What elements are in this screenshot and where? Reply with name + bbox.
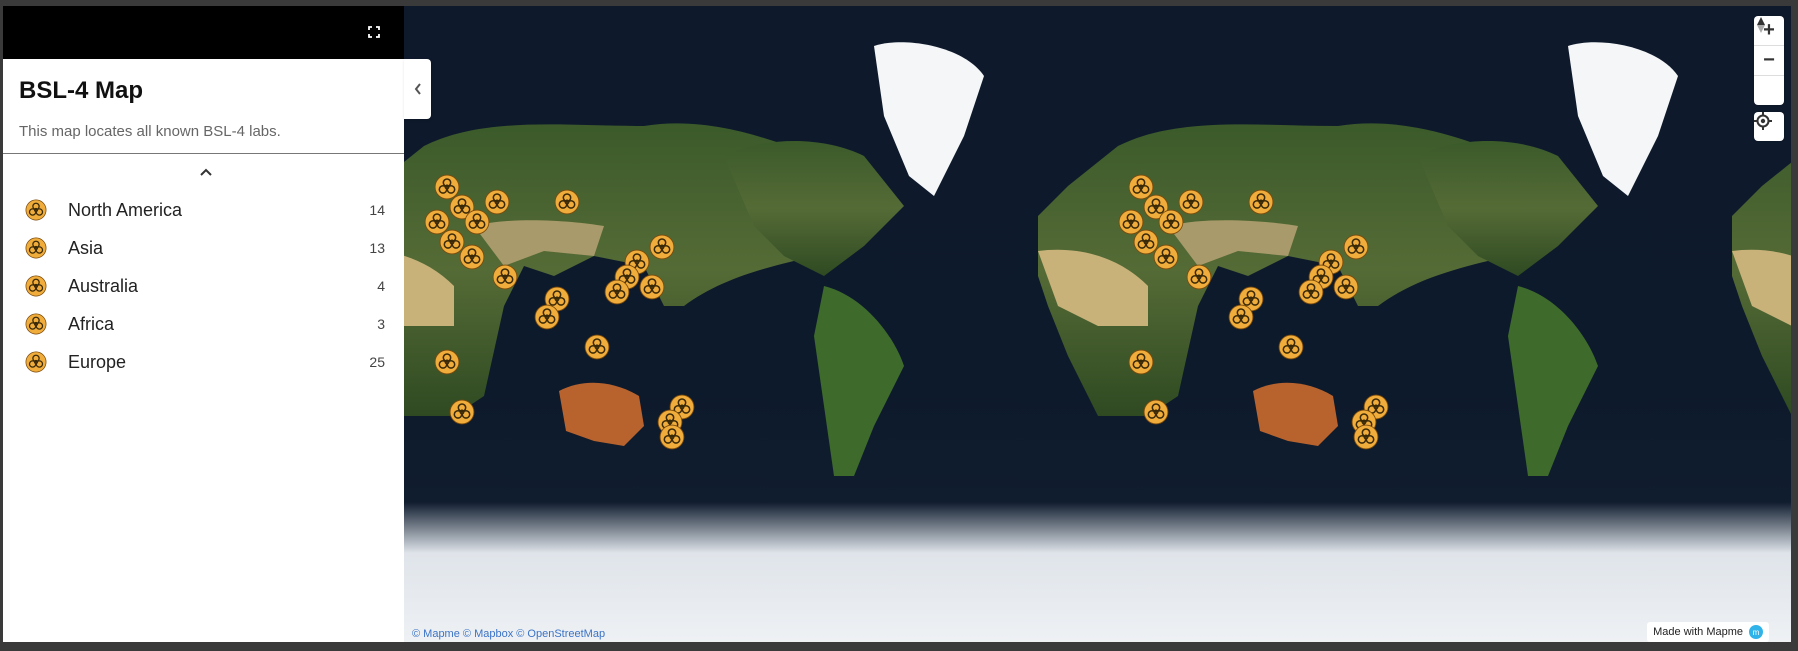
locate-icon xyxy=(1754,112,1772,130)
lab-marker[interactable] xyxy=(449,399,475,425)
navigation-control: + − xyxy=(1754,16,1784,105)
lab-marker[interactable] xyxy=(649,234,675,260)
lab-marker[interactable] xyxy=(1333,274,1359,300)
lab-marker[interactable] xyxy=(659,424,685,450)
collapse-sidebar-button[interactable] xyxy=(404,59,431,119)
made-with-mapme-badge[interactable]: Made with Mapme m xyxy=(1647,622,1769,642)
biohazard-icon xyxy=(25,237,47,259)
category-name: Australia xyxy=(68,276,139,296)
lab-marker[interactable] xyxy=(1128,349,1154,375)
lab-marker[interactable] xyxy=(1353,424,1379,450)
map-description: This map locates all known BSL-4 labs. xyxy=(19,123,281,140)
attribution-mapme-link[interactable]: © Mapme xyxy=(412,628,460,640)
compass-icon xyxy=(1757,17,1765,33)
category-item[interactable]: Europe 25 xyxy=(3,343,404,381)
chevron-left-icon xyxy=(414,83,421,95)
collapse-list-button[interactable] xyxy=(196,164,216,180)
compass-button[interactable] xyxy=(1754,17,1784,105)
sidebar-header: BSL-4 Map This map locates all known BSL… xyxy=(3,59,404,154)
lab-marker[interactable] xyxy=(459,244,485,270)
lab-marker[interactable] xyxy=(434,349,460,375)
category-item[interactable]: North America 14 xyxy=(3,191,404,229)
attribution-osm-link[interactable]: © OpenStreetMap xyxy=(516,628,605,640)
biohazard-icon xyxy=(25,313,47,335)
sidebar-topbar xyxy=(3,6,404,59)
chevron-up-icon xyxy=(200,168,212,176)
biohazard-icon xyxy=(25,351,47,373)
category-count: 14 xyxy=(369,202,385,218)
lab-marker[interactable] xyxy=(639,274,665,300)
category-list: North America 14 Asia 13 Australia 4 Afr… xyxy=(3,191,404,381)
category-item[interactable]: Asia 13 xyxy=(3,229,404,267)
map-canvas[interactable]: + − Made with Mapme m xyxy=(404,6,1791,642)
map-title: BSL-4 Map xyxy=(19,77,144,104)
biohazard-icon xyxy=(25,275,47,297)
category-name: North America xyxy=(68,200,183,220)
lab-marker[interactable] xyxy=(1153,244,1179,270)
attribution-mapbox-link[interactable]: © Mapbox xyxy=(463,628,513,640)
lab-marker[interactable] xyxy=(1343,234,1369,260)
category-count: 4 xyxy=(377,278,385,294)
category-item[interactable]: Australia 4 xyxy=(3,267,404,305)
biohazard-icon xyxy=(25,199,47,221)
map-attribution: © Mapme © Mapbox © OpenStreetMap xyxy=(412,628,605,640)
lab-marker[interactable] xyxy=(584,334,610,360)
lab-marker[interactable] xyxy=(604,279,630,305)
lab-marker[interactable] xyxy=(1178,189,1204,215)
sidebar: BSL-4 Map This map locates all known BSL… xyxy=(3,6,404,642)
category-count: 25 xyxy=(369,354,385,370)
lab-marker[interactable] xyxy=(1298,279,1324,305)
category-name: Europe xyxy=(68,352,127,372)
category-name: Africa xyxy=(68,314,115,334)
lab-marker[interactable] xyxy=(1248,189,1274,215)
app-window: + − Made with Mapme m © Mapme © Mapbox ©… xyxy=(3,6,1791,642)
lab-marker[interactable] xyxy=(1228,304,1254,330)
lab-marker[interactable] xyxy=(534,304,560,330)
category-name: Asia xyxy=(68,238,104,258)
geolocate-control xyxy=(1754,112,1784,141)
lab-marker[interactable] xyxy=(1278,334,1304,360)
fullscreen-icon xyxy=(368,26,380,38)
locate-button[interactable] xyxy=(1754,112,1784,141)
lab-marker[interactable] xyxy=(554,189,580,215)
made-with-label: Made with Mapme xyxy=(1653,626,1743,638)
lab-marker[interactable] xyxy=(1186,264,1212,290)
category-count: 3 xyxy=(377,316,385,332)
lab-marker[interactable] xyxy=(1143,399,1169,425)
mapme-logo-icon: m xyxy=(1749,625,1763,639)
fullscreen-button[interactable] xyxy=(364,22,384,42)
lab-marker[interactable] xyxy=(492,264,518,290)
lab-marker[interactable] xyxy=(484,189,510,215)
category-item[interactable]: Africa 3 xyxy=(3,305,404,343)
zoom-out-button[interactable]: − xyxy=(1754,46,1784,76)
map-imagery xyxy=(404,42,1791,476)
category-count: 13 xyxy=(369,240,385,256)
